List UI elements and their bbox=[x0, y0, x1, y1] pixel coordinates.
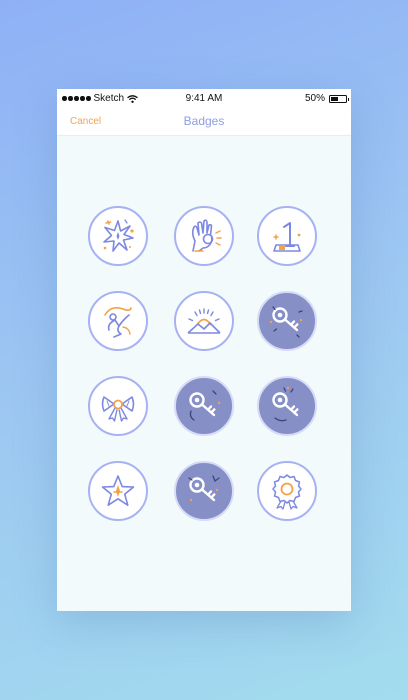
badge-dancer[interactable] bbox=[88, 291, 148, 351]
battery-percent: 50% bbox=[304, 93, 325, 104]
badge-number-one[interactable] bbox=[257, 206, 317, 266]
badge-locked[interactable] bbox=[257, 376, 317, 436]
badge-rosette[interactable] bbox=[257, 461, 317, 521]
badge-star[interactable] bbox=[88, 461, 148, 521]
badge-starburst[interactable] bbox=[88, 206, 148, 266]
status-bar: Sketch 9:41 AM 50% bbox=[57, 89, 351, 109]
badge-locked[interactable] bbox=[174, 461, 234, 521]
rosette-icon bbox=[272, 474, 302, 510]
badge-ok-hand[interactable] bbox=[174, 206, 234, 266]
key-icon bbox=[269, 306, 303, 338]
key-icon bbox=[189, 390, 221, 421]
navigation-bar: Cancel Badges bbox=[57, 109, 351, 136]
phone-screen: Sketch 9:41 AM 50% Cancel Badges bbox=[57, 89, 351, 611]
dancer-icon bbox=[104, 307, 132, 338]
number-one-icon bbox=[273, 222, 301, 252]
status-right: 50% bbox=[304, 93, 349, 104]
key-icon bbox=[272, 386, 299, 422]
badge-locked[interactable] bbox=[174, 376, 234, 436]
star-icon bbox=[101, 475, 135, 506]
badge-sunrise[interactable] bbox=[174, 291, 234, 351]
bow-icon bbox=[101, 396, 135, 422]
ok-hand-icon bbox=[191, 219, 222, 252]
key-icon bbox=[188, 475, 220, 502]
starburst-icon bbox=[103, 219, 134, 252]
sunrise-icon bbox=[187, 308, 221, 334]
page-title: Badges bbox=[183, 114, 225, 128]
badge-locked[interactable] bbox=[257, 291, 317, 351]
battery-icon bbox=[329, 94, 349, 103]
badge-bow[interactable] bbox=[88, 376, 148, 436]
